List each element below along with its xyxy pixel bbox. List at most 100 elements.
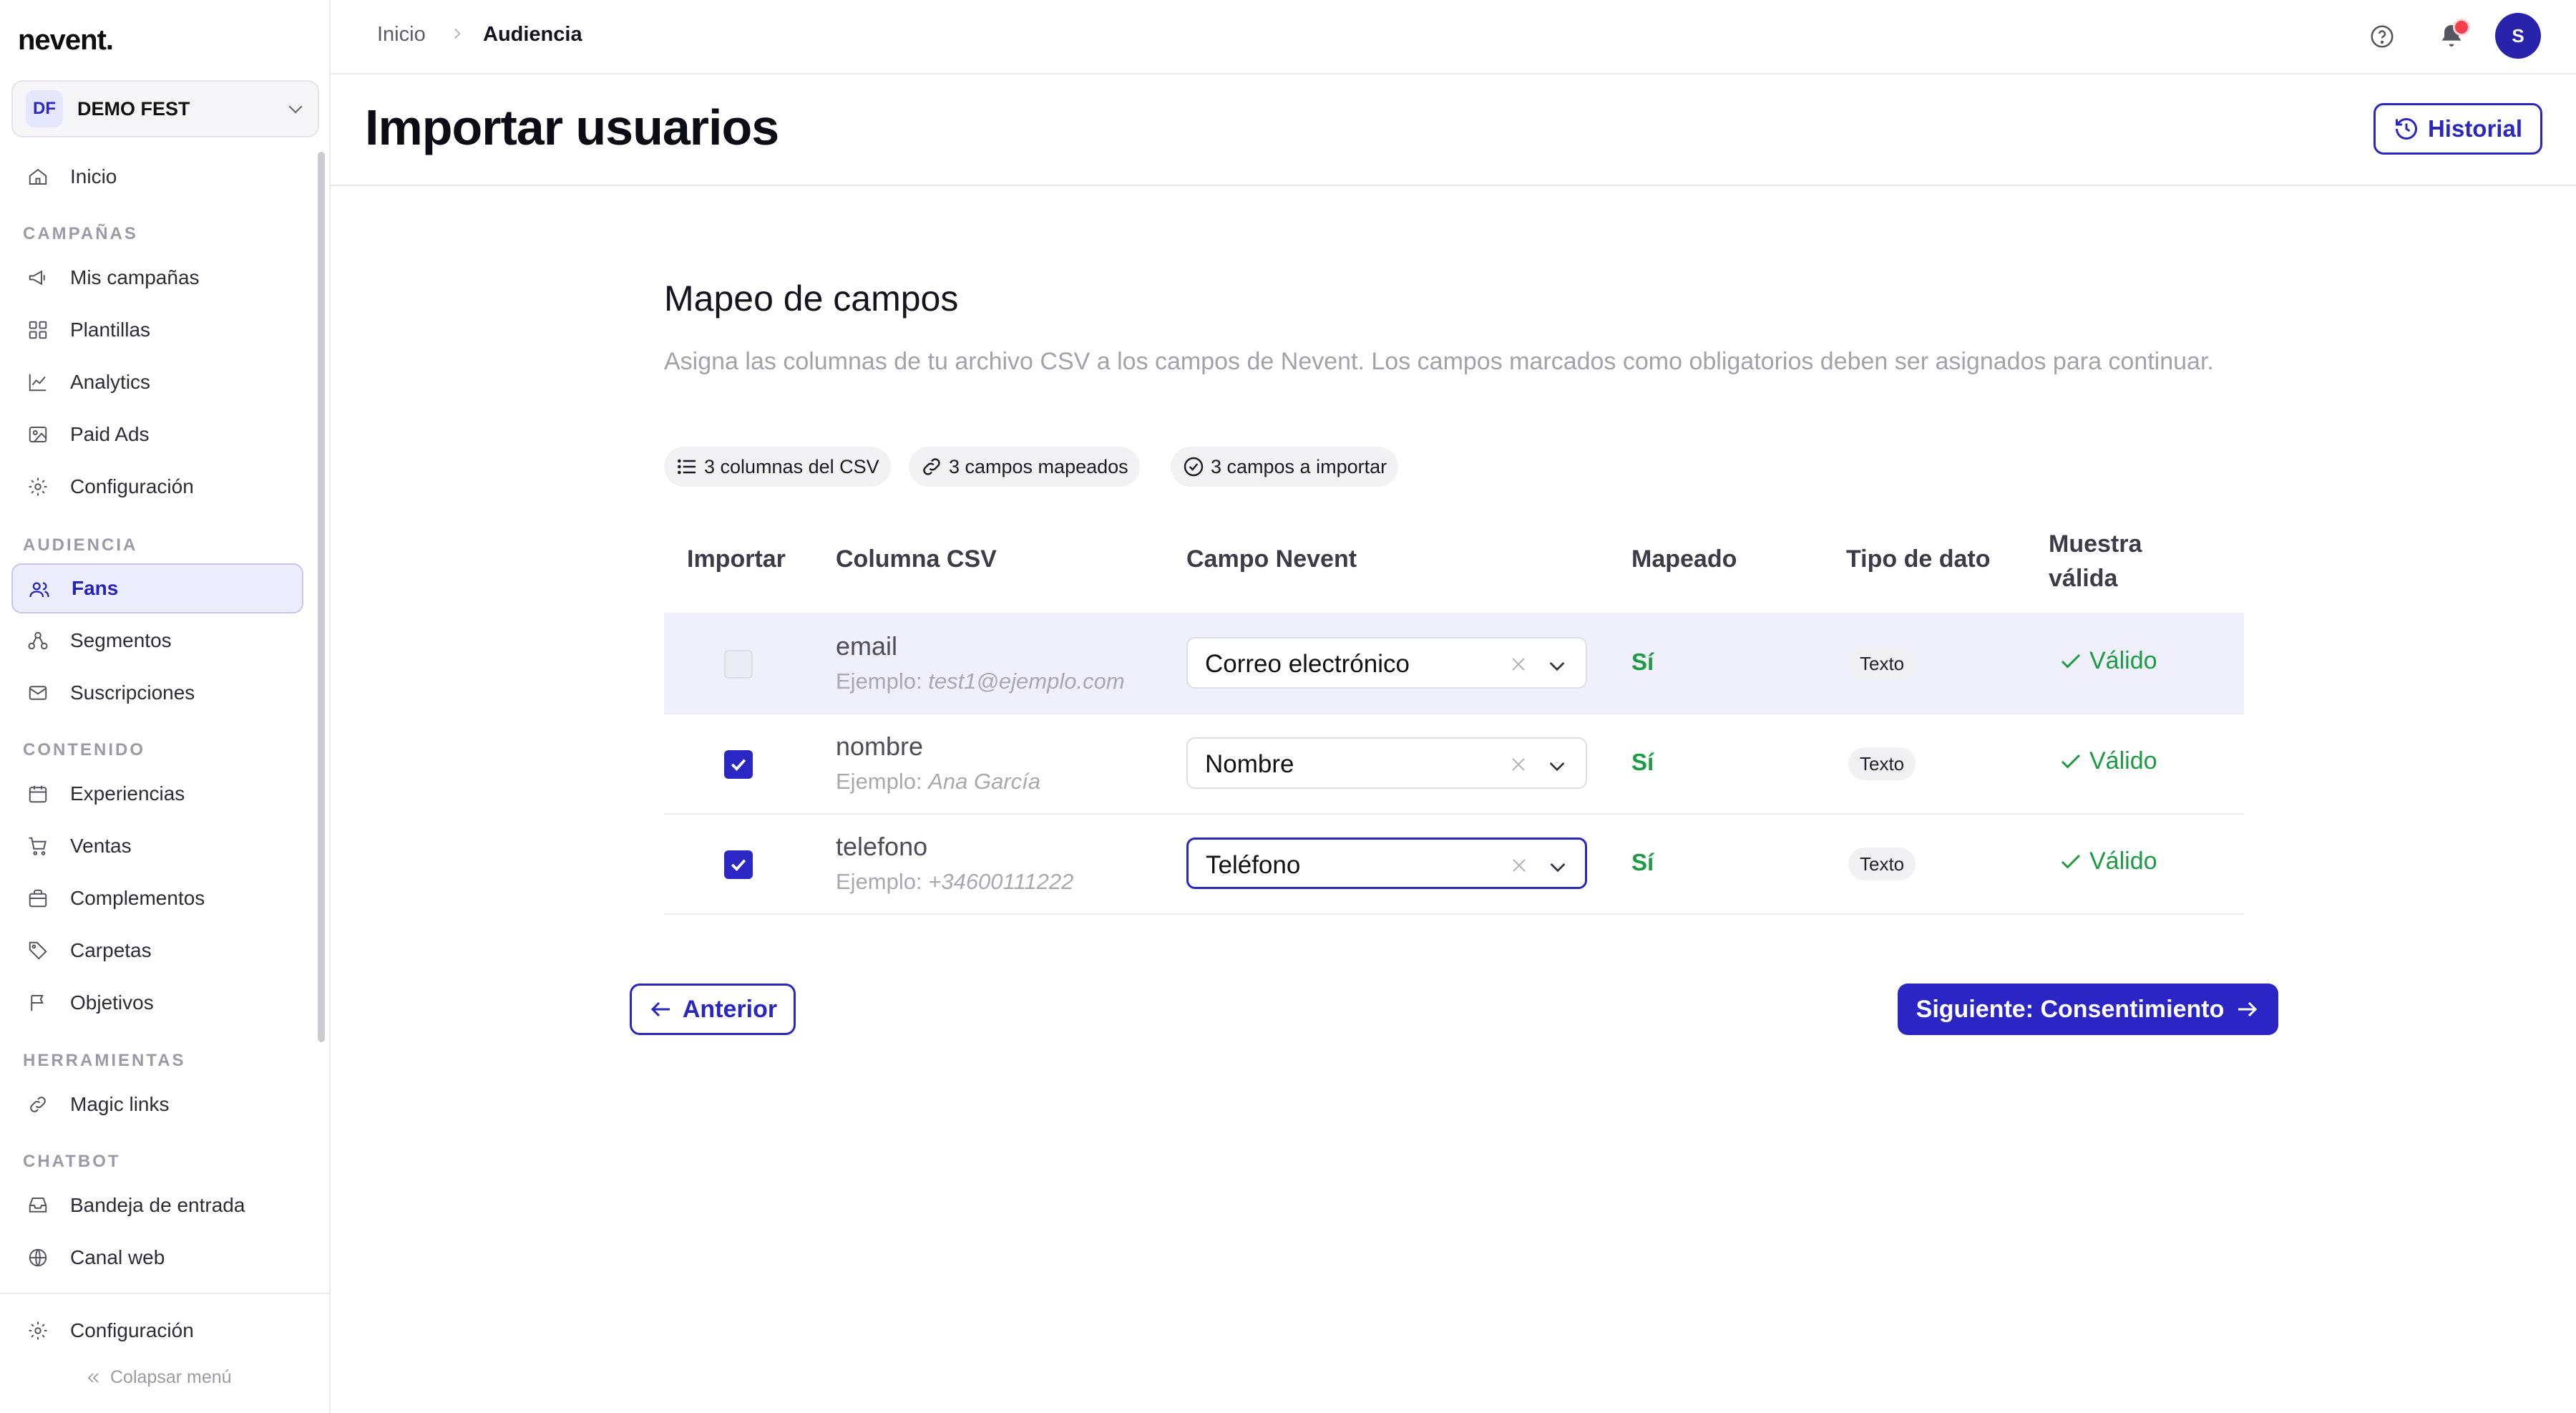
chevron-down-icon[interactable] [1546,754,1568,777]
sidebar-item-analytics[interactable]: Analytics [11,357,303,407]
sidebar-scrollbar[interactable] [318,152,325,1042]
sidebar-item-label: Experiencias [70,782,185,805]
section-description: Asigna las columnas de tu archivo CSV a … [664,348,2214,375]
user-avatar[interactable]: S [2495,13,2541,59]
mapped-status: Sí [1631,749,1654,775]
home-icon [27,166,49,188]
sidebar-item-carpetas[interactable]: Carpetas [11,926,303,976]
megaphone-icon [27,267,49,288]
page-header: Importar usuarios Historial [331,73,2576,186]
chevrons-left-icon [84,1369,102,1387]
sidebar-item-experiencias[interactable]: Experiencias [11,769,303,819]
chip-mapped-fields: 3 campos mapeados [909,447,1140,487]
sample-valid-label: Válido [2089,848,2157,875]
sidebar-item-paid-ads[interactable]: Paid Ads [11,409,303,460]
select-value: Teléfono [1206,851,1301,879]
clear-icon[interactable] [1508,854,1531,877]
sidebar: nevent. DF DEMO FEST Inicio CAMPAÑAS Mis… [0,0,331,1413]
sidebar-item-configuracion[interactable]: Configuración [11,1306,303,1356]
sidebar-item-inicio[interactable]: Inicio [11,152,303,202]
sample-valid: Válido [2058,848,2157,875]
nevent-field-select[interactable]: Teléfono [1186,837,1587,889]
csv-column-name: nombre [836,732,924,761]
sidebar-item-label: Fans [72,577,119,599]
sample-valid-label: Válido [2089,747,2157,775]
table-row: email Ejemplo: test1@ejemplo.com Correo … [664,613,2244,714]
checkmark-icon [731,759,746,771]
chip-label: 3 columnas del CSV [704,455,879,477]
notification-dot [2453,19,2470,36]
header-mapped: Mapeado [1631,545,1737,573]
app-logo[interactable]: nevent. [18,24,114,57]
chevron-down-icon[interactable] [1546,855,1569,878]
top-bar: Inicio Audiencia S [331,0,2576,74]
history-icon [2394,116,2419,142]
breadcrumb-home[interactable]: Inicio [377,23,426,47]
collapse-menu-label: Colapsar menú [110,1367,232,1387]
select-value: Correo electrónico [1205,650,1410,678]
sidebar-item-mis-campanas[interactable]: Mis campañas [11,253,303,303]
organization-select[interactable]: DF DEMO FEST [11,80,319,137]
sidebar-item-segmentos[interactable]: Segmentos [11,616,303,666]
segments-icon [27,630,49,651]
mapped-status: Sí [1631,849,1654,875]
chip-csv-columns: 3 columnas del CSV [664,447,891,487]
checkmark-icon [731,859,746,871]
chevron-right-icon [448,24,467,43]
sidebar-item-objetivos[interactable]: Objetivos [11,978,303,1028]
clear-icon[interactable] [1507,753,1530,776]
inbox-icon [27,1195,49,1216]
sidebar-divider [0,1293,329,1294]
bag-icon [27,888,49,909]
previous-button[interactable]: Anterior [630,984,796,1035]
link-icon [27,1094,49,1115]
flag-icon [27,992,49,1014]
sidebar-item-plantillas[interactable]: Plantillas [11,305,303,355]
csv-column-example: Ejemplo: test1@ejemplo.com [836,669,1125,694]
sidebar-item-label: Segmentos [70,629,172,651]
mapped-status: Sí [1631,649,1654,675]
sidebar-item-label: Carpetas [70,939,152,961]
nevent-field-select[interactable]: Correo electrónico [1186,637,1587,689]
sidebar-item-label: Inicio [70,165,117,188]
sidebar-item-label: Bandeja de entrada [70,1194,245,1216]
next-button[interactable]: Siguiente: Consentimiento [1898,984,2278,1035]
sidebar-item-complementos[interactable]: Complementos [11,873,303,923]
help-icon[interactable] [2368,23,2396,50]
chip-fields-to-import: 3 campos a importar [1171,447,1399,487]
nevent-field-select[interactable]: Nombre [1186,737,1587,789]
sidebar-item-magic-links[interactable]: Magic links [11,1079,303,1130]
sidebar-item-label: Suscripciones [70,681,195,704]
collapse-menu-button[interactable]: Colapsar menú [84,1367,232,1388]
section-title-audience: AUDIENCIA [23,535,138,555]
arrow-right-icon [2234,996,2260,1022]
grid-icon [27,319,49,341]
gear-icon [27,476,49,497]
sidebar-item-ventas[interactable]: Ventas [11,821,303,871]
sidebar-item-fans[interactable]: Fans [11,563,303,613]
import-checkbox[interactable] [724,850,753,879]
sidebar-item-label: Canal web [70,1246,165,1268]
history-button[interactable]: Historial [2373,103,2542,155]
arrow-left-icon [648,996,674,1022]
import-checkbox[interactable] [724,750,753,779]
sidebar-item-label: Plantillas [70,319,151,341]
check-icon [2058,649,2084,674]
sample-valid: Válido [2058,747,2157,775]
sidebar-item-bandeja-de-entrada[interactable]: Bandeja de entrada [11,1180,303,1230]
chip-label: 3 campos mapeados [949,455,1128,477]
clear-icon[interactable] [1507,653,1530,676]
sidebar-item-canal-web[interactable]: Canal web [11,1233,303,1283]
section-title: Mapeo de campos [664,278,959,319]
sidebar-item-label: Configuración [70,1319,194,1341]
link-icon [920,455,943,478]
chevron-down-icon[interactable] [1546,654,1568,677]
tag-icon [27,940,49,961]
sidebar-item-configuracion-campanas[interactable]: Configuración [11,462,303,512]
cart-icon [27,835,49,857]
org-name: DEMO FEST [77,97,190,120]
sidebar-item-suscripciones[interactable]: Suscripciones [11,668,303,718]
table-row: nombre Ejemplo: Ana García Nombre Sí Tex… [664,713,2244,815]
image-icon [27,424,49,445]
sidebar-item-label: Paid Ads [70,423,150,445]
